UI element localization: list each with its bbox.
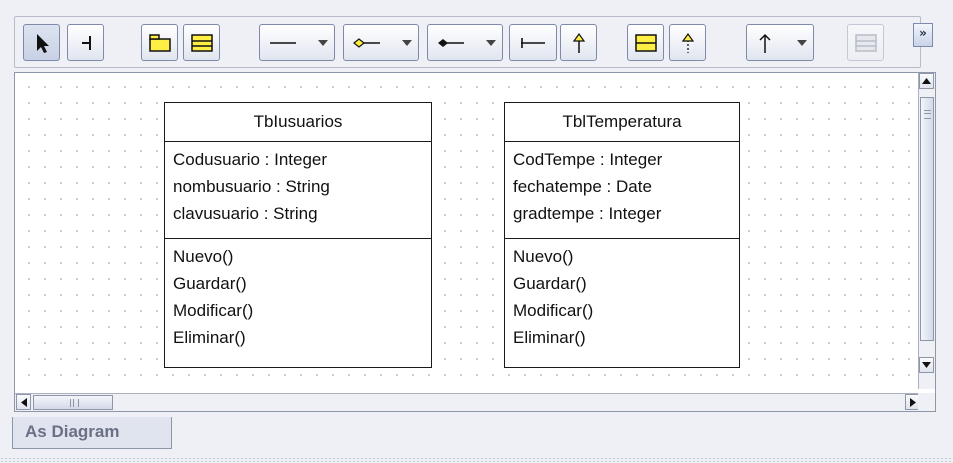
arrow-up-icon [572,32,585,53]
arrow-up-icon [922,78,931,84]
disabled-box-icon [854,33,877,52]
text-cursor-tool-button[interactable] [67,24,104,61]
editor-window: » TbIusuarios Codusuario : Integer nombu… [0,0,953,463]
dependency-tool-button[interactable] [509,24,557,61]
operation: Modificar() [513,301,594,320]
package-tool-button[interactable] [141,24,178,61]
class-box-icon [190,33,213,52]
plain-line-icon [270,41,296,44]
operation: Eliminar() [513,328,586,347]
generalization-tool-button[interactable] [560,24,597,61]
diagram-toolbar: » [14,16,933,68]
attribute: Codusuario : Integer [173,150,328,169]
operation: Modificar() [173,301,254,320]
aggregation-dropdown[interactable] [343,24,419,61]
horizontal-scroll-thumb[interactable] [33,395,113,410]
scroll-down-button[interactable] [919,357,934,373]
interface-box-icon [634,33,657,52]
grip-icon [924,110,931,119]
class-name: TblTemperatura [505,103,739,142]
class-name: TbIusuarios [165,103,431,142]
bar-line-icon [521,37,545,48]
operations-compartment: Nuevo() Guardar() Modificar() Eliminar() [165,239,431,351]
class-box-tbltemperatura[interactable]: TblTemperatura CodTempe : Integer fechat… [504,102,740,368]
attributes-compartment: Codusuario : Integer nombusuario : Strin… [165,142,431,239]
text-cursor-icon [81,35,91,50]
vertical-scrollbar[interactable] [918,73,935,389]
toolbar-overflow-button[interactable]: » [913,23,933,47]
diagram-scroll-pane: TbIusuarios Codusuario : Integer nombusu… [14,72,936,412]
arrow-pointer-icon [36,33,49,53]
operations-compartment: Nuevo() Guardar() Modificar() Eliminar() [505,239,739,351]
scroll-up-button[interactable] [919,73,934,89]
chevron-down-icon [486,40,496,46]
scroll-corner [918,393,935,411]
arrow-down-icon [922,362,931,368]
folder-icon [148,33,171,52]
attribute: gradtempe : Integer [513,204,662,223]
attribute: nombusuario : String [173,177,330,196]
operation: Guardar() [513,274,587,293]
pointer-tool-button[interactable] [23,24,60,61]
up-arrow-icon [759,33,771,53]
operation: Nuevo() [173,247,234,266]
scroll-left-button[interactable] [16,394,31,410]
horizontal-scrollbar[interactable] [15,393,926,411]
view-tab-bar: As Diagram [0,412,953,463]
class-box-tblusuarios[interactable]: TbIusuarios Codusuario : Integer nombusu… [164,102,432,368]
attribute: fechatempe : Date [513,177,652,196]
operation: Guardar() [173,274,247,293]
hollow-arrow-up-icon [681,32,694,53]
attributes-compartment: CodTempe : Integer fechatempe : Date gra… [505,142,739,239]
association-dropdown[interactable] [746,24,814,61]
filled-diamond-line-icon [438,38,464,47]
realization-tool-button[interactable] [669,24,706,61]
interface-tool-button[interactable] [627,24,664,61]
chevron-down-icon [797,40,807,46]
line-style-dropdown[interactable] [259,24,335,61]
chevron-down-icon [318,40,328,46]
tab-as-diagram[interactable]: As Diagram [12,417,172,449]
operation: Eliminar() [173,328,246,347]
operation: Nuevo() [513,247,574,266]
status-strip [0,457,953,463]
class-tool-button[interactable] [183,24,220,61]
arrow-left-icon [20,397,27,407]
diamond-line-icon [353,37,380,48]
diagram-canvas[interactable]: TbIusuarios Codusuario : Integer nombusu… [15,73,926,389]
arrow-right-icon [909,397,916,407]
composition-dropdown[interactable] [427,24,503,61]
note-tool-button[interactable] [847,24,884,61]
chevron-down-icon [402,40,412,46]
attribute: CodTempe : Integer [513,150,663,169]
grip-icon [70,399,79,407]
attribute: clavusuario : String [173,204,318,223]
vertical-scroll-thumb[interactable] [920,97,934,341]
